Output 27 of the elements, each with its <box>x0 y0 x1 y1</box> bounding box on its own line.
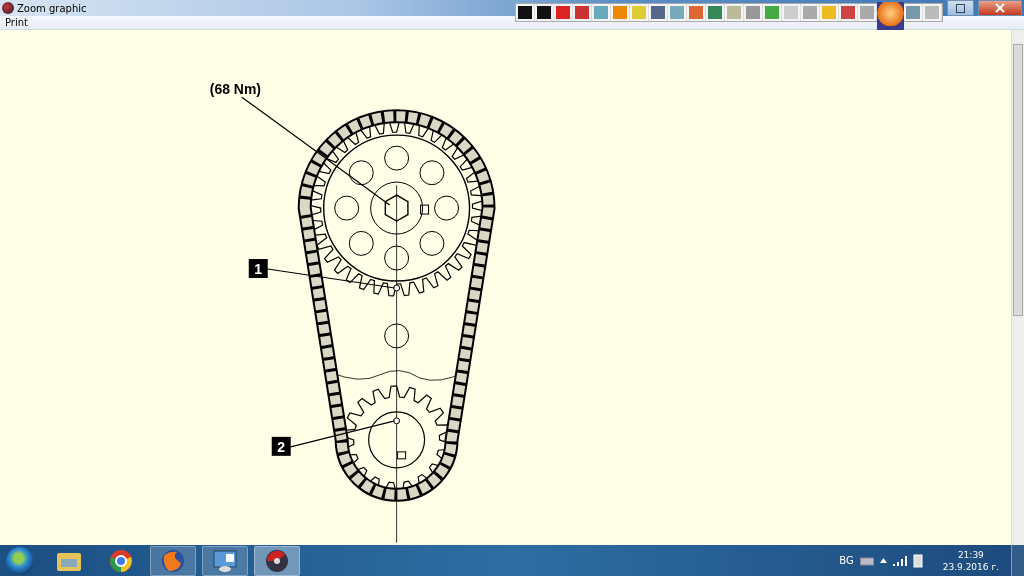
language-indicator[interactable]: BG <box>839 555 854 566</box>
restore-button[interactable] <box>947 0 974 16</box>
close-icon <box>995 3 1005 13</box>
callout-label: 1 <box>248 259 268 278</box>
toolbar-button[interactable] <box>535 4 554 21</box>
window-title: Zoom graphic <box>17 2 87 14</box>
taskbar-button[interactable] <box>202 545 248 576</box>
browser-icon <box>109 548 133 573</box>
keyboard-icon[interactable] <box>859 555 874 566</box>
restore-icon <box>956 3 965 13</box>
torque-label: (68 Nm) <box>209 81 262 98</box>
scrollbar[interactable] <box>1011 30 1024 545</box>
toolbar-button[interactable] <box>516 4 535 21</box>
close-button[interactable] <box>978 0 1022 16</box>
app-icon <box>2 2 14 14</box>
battery-icon[interactable] <box>912 553 923 568</box>
clock[interactable]: 21:39 23.9.2016 г. <box>942 548 999 573</box>
menu-item[interactable]: Print <box>0 16 33 29</box>
help-icon[interactable] <box>877 2 904 30</box>
disc-icon <box>265 548 289 573</box>
caret-icon[interactable] <box>879 558 887 563</box>
control-panel-icon <box>212 548 238 573</box>
show-desktop-button[interactable] <box>1011 545 1024 576</box>
globe-icon <box>161 548 185 573</box>
callout-label: 2 <box>271 436 291 456</box>
taskbar-button[interactable] <box>254 545 300 576</box>
signal-icon[interactable] <box>892 555 907 566</box>
